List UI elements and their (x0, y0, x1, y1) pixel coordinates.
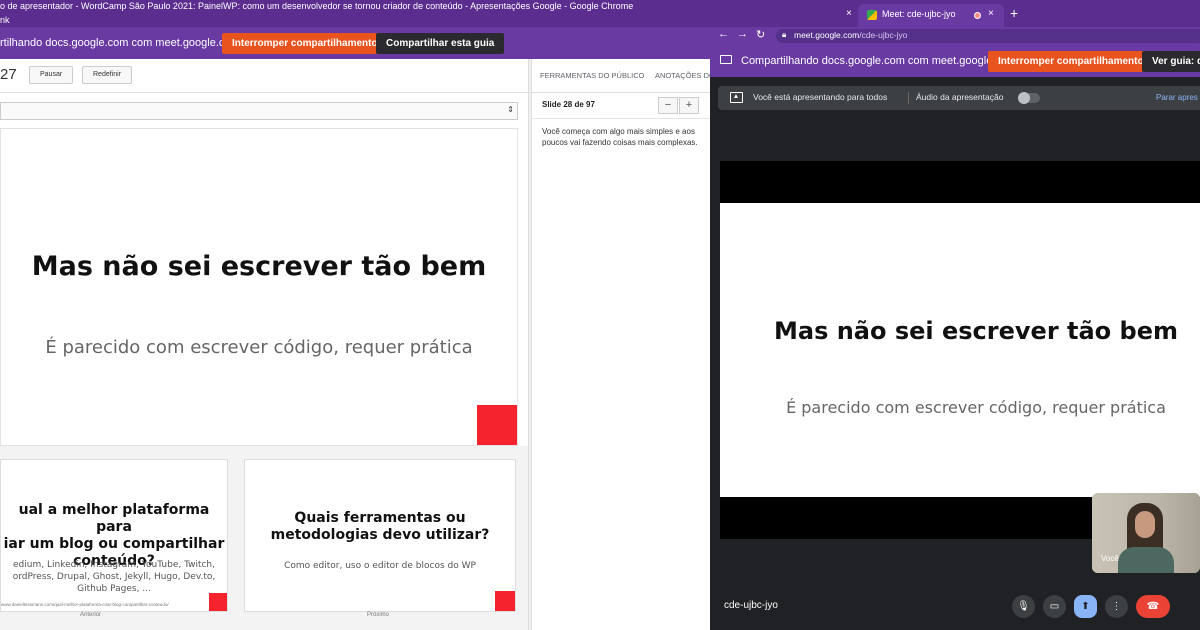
browser-tab-bar: × Meet: cde-ujbc-jyo × + (710, 0, 1200, 27)
self-name-label: Você (1101, 554, 1119, 563)
notes-tab-bar: FERRAMENTAS DO PÚBLICO ANOTAÇÕES DO (532, 59, 710, 93)
address-bar: ← → ↻ 🔒︎ meet.google.com/cde-ujbc-jyo (710, 27, 1200, 45)
tab-title: Meet: cde-ujbc-jyo (882, 9, 956, 19)
slide-select[interactable]: ⇕ (0, 102, 518, 120)
prev-slide-text: edium, Linkedin, Instagram, YouTube, Twi… (12, 560, 216, 594)
slide-counter: Slide 28 de 97 (542, 100, 595, 109)
slide-subtitle: É parecido com escrever código, requer p… (786, 398, 1166, 417)
banner-divider (908, 92, 909, 104)
leave-call-button[interactable]: ☎ (1136, 595, 1170, 618)
presenter-toolbar: 27 Pausar Redefinir (0, 59, 528, 93)
microphone-button[interactable]: 🎙 (1012, 595, 1035, 618)
close-tab-icon[interactable]: × (846, 8, 852, 19)
meeting-code: cde-ujbc-jyo (724, 600, 778, 611)
mic-icon: 🎙 (1017, 601, 1030, 612)
present-now-button[interactable]: ⬆ (1074, 595, 1097, 618)
more-options-button[interactable]: ⋮ (1105, 595, 1128, 618)
zoom-in-button[interactable]: + (679, 97, 699, 114)
slide-title: Mas não sei escrever tão bem (774, 317, 1178, 345)
notes-header: Slide 28 de 97 − + (532, 93, 710, 119)
previous-label: Anterior (80, 612, 102, 618)
back-icon[interactable]: ← (718, 28, 729, 40)
more-vert-icon: ⋮ (1111, 601, 1122, 612)
next-slide-text: Como editor, uso o editor de blocos do W… (284, 561, 476, 571)
window-title: o de apresentador - WordCamp São Paulo 2… (0, 0, 710, 13)
next-slide-title: Quais ferramentas ou metodologias devo u… (270, 510, 490, 543)
window-subtitle: nk (0, 13, 710, 27)
screen-share-icon (720, 55, 732, 64)
recording-indicator-icon (974, 12, 981, 19)
thumb-corner-accent (209, 593, 227, 611)
reload-icon[interactable]: ↻ (756, 28, 765, 41)
present-screen-icon (730, 92, 743, 103)
camera-icon: ▭ (1049, 601, 1060, 612)
next-label: Próximo (367, 612, 390, 618)
new-tab-button[interactable]: + (1010, 5, 1018, 21)
url-input[interactable]: 🔒︎ meet.google.com/cde-ujbc-jyo (776, 29, 1200, 43)
hangup-icon: ☎ (1146, 601, 1160, 612)
prev-slide-url: www.danieltessmann.com/qual-melhor-plata… (1, 602, 169, 607)
tab-speaker-notes[interactable]: ANOTAÇÕES DO (655, 71, 710, 80)
meet-window: × Meet: cde-ujbc-jyo × + ← → ↻ 🔒︎ meet.g… (710, 0, 1200, 630)
lock-icon: 🔒︎ (782, 30, 787, 39)
audio-toggle[interactable] (1018, 92, 1040, 104)
close-tab-icon[interactable]: × (988, 8, 994, 19)
select-arrows-icon: ⇕ (507, 105, 514, 114)
view-tab-button[interactable]: Ver guia: do (1142, 51, 1200, 72)
previous-slide-thumbnail[interactable]: ual a melhor plataforma para iar um blog… (0, 459, 228, 612)
stop-presenting-link[interactable]: Parar apres (1156, 93, 1198, 102)
speaker-notes[interactable]: Você começa com algo mais simples e aos … (542, 127, 702, 148)
participant-body (1118, 547, 1174, 573)
next-slide-thumbnail[interactable]: Quais ferramentas ou metodologias devo u… (244, 459, 516, 612)
panel-resize-handle[interactable] (528, 59, 532, 630)
presenting-banner: Você está apresentando para todos Áudio … (718, 86, 1200, 110)
forward-icon[interactable]: → (737, 28, 748, 40)
share-this-tab-button[interactable]: Compartilhar esta guia (376, 33, 505, 54)
tab-meet[interactable]: Meet: cde-ujbc-jyo × (858, 4, 1004, 27)
audio-label: Áudio da apresentação (916, 92, 1004, 102)
tab-audience-tools[interactable]: FERRAMENTAS DO PÚBLICO (540, 71, 644, 80)
sharing-message: rtilhando docs.google.com com meet.googl… (0, 37, 240, 49)
zoom-out-button[interactable]: − (658, 97, 678, 114)
slide-subtitle: É parecido com escrever código, requer p… (45, 337, 473, 358)
sharing-message: Compartilhando docs.google.com com meet.… (741, 55, 1017, 67)
url-text: meet.google.com/cde-ujbc-jyo (794, 30, 908, 40)
timer: 27 (0, 66, 17, 83)
sharing-bar: Compartilhando docs.google.com com meet.… (710, 45, 1200, 77)
slide-corner-accent (477, 405, 517, 445)
reset-button[interactable]: Redefinir (82, 66, 133, 84)
present-icon: ⬆ (1081, 601, 1090, 612)
current-slide: Mas não sei escrever tão bem É parecido … (0, 128, 518, 446)
pause-button[interactable]: Pausar (29, 66, 74, 84)
self-video-tile[interactable]: Você (1092, 493, 1200, 573)
meet-favicon-icon (867, 10, 877, 20)
sharing-bar: rtilhando docs.google.com com meet.googl… (0, 27, 710, 59)
thumb-corner-accent (495, 591, 515, 611)
participant-face (1135, 511, 1155, 538)
stop-sharing-button[interactable]: Interromper compartilhamento (988, 51, 1154, 72)
presenting-text: Você está apresentando para todos (753, 92, 888, 102)
shared-slide: Mas não sei escrever tão bem É parecido … (720, 203, 1200, 497)
camera-button[interactable]: ▭ (1043, 595, 1066, 618)
slide-title: Mas não sei escrever tão bem (31, 251, 487, 282)
letterbox-top (720, 161, 1200, 203)
stop-sharing-button[interactable]: Interromper compartilhamento (222, 33, 388, 54)
presenter-view-window: o de apresentador - WordCamp São Paulo 2… (0, 0, 710, 630)
